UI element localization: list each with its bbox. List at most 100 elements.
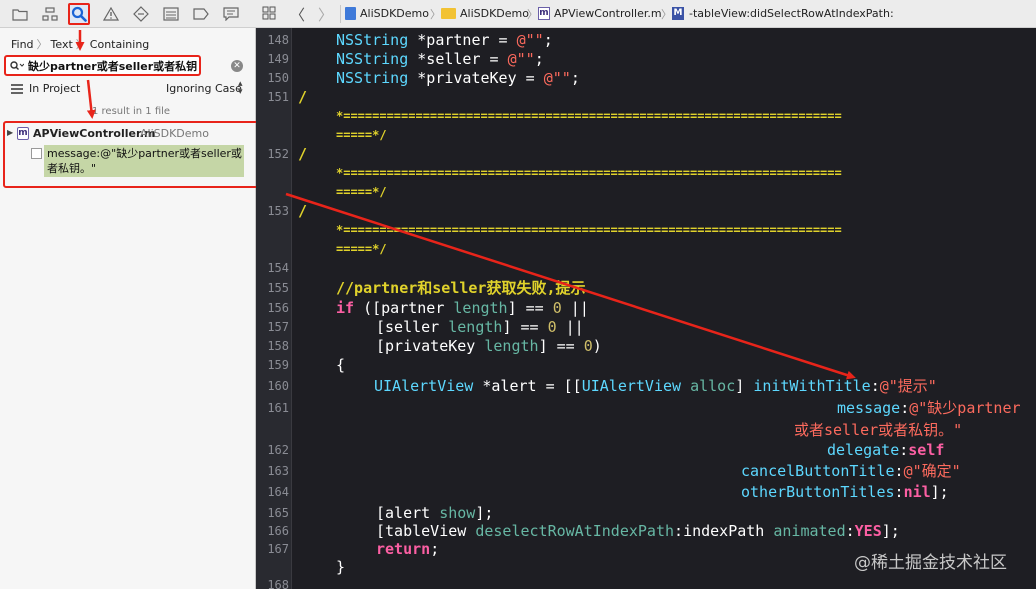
symbol-navigator-hierarchy-icon[interactable] bbox=[39, 3, 61, 25]
code-token: @"" bbox=[516, 31, 544, 49]
code-token: *alert = [[ bbox=[473, 377, 582, 395]
report-navigator-bubble-icon[interactable] bbox=[220, 3, 242, 25]
code-token: : bbox=[674, 522, 684, 540]
code-line: [tableView deselectRowAtIndexPath:indexP… bbox=[376, 522, 900, 541]
issue-navigator-warning-icon[interactable] bbox=[100, 3, 122, 25]
code-line: [seller length] == 0 || bbox=[376, 318, 584, 337]
method-icon: M bbox=[672, 7, 684, 20]
crumb-project[interactable]: AliSDKDemo bbox=[360, 7, 429, 20]
line-number: 167 bbox=[267, 542, 289, 556]
find-mode-containing[interactable]: Containing bbox=[90, 38, 149, 51]
code-line: if ([partner length] == 0 || bbox=[336, 299, 589, 318]
code-token: cancelButtonTitle bbox=[741, 462, 895, 480]
source-editor[interactable]: NSString *partner = @""; NSString *selle… bbox=[292, 28, 1036, 589]
forward-arrow-icon[interactable]: 〉 bbox=[318, 4, 333, 25]
code-line: *=======================================… bbox=[336, 223, 842, 237]
code-token: : bbox=[845, 522, 855, 540]
code-line: *=======================================… bbox=[336, 109, 842, 123]
chevron-right-icon: 〉 bbox=[661, 8, 672, 21]
line-number: 164 bbox=[267, 485, 289, 499]
code-line: message:@"缺少partner bbox=[837, 399, 1021, 418]
crumb-method[interactable]: -tableView:didSelectRowAtIndexPath: bbox=[689, 7, 894, 20]
code-line: { bbox=[336, 356, 346, 374]
code-token: NSString bbox=[336, 31, 409, 49]
search-input[interactable]: 缺少partner或者seller或者私钥 bbox=[28, 58, 197, 74]
line-number: 149 bbox=[267, 52, 289, 66]
code-token: nil bbox=[903, 483, 931, 501]
updown-chevron-icon[interactable]: ▴ ▾ bbox=[238, 80, 243, 97]
code-line: 或者seller或者私钥。" bbox=[794, 421, 963, 439]
crumb-group[interactable]: AliSDKDemo bbox=[460, 7, 529, 20]
project-icon bbox=[345, 7, 356, 20]
chevron-right-icon: 〉 bbox=[527, 8, 538, 21]
code-line: //partner和seller获取失败,提示 bbox=[336, 279, 586, 297]
code-token: ] == bbox=[507, 299, 553, 317]
code-token: ] bbox=[735, 377, 754, 395]
code-line: =====*/ bbox=[336, 128, 387, 142]
code-token: @"提示" bbox=[879, 377, 937, 395]
test-navigator-diamond-icon[interactable] bbox=[130, 3, 152, 25]
code-token: YES bbox=[854, 522, 882, 540]
find-mode-breadcrumb[interactable]: Find 〉 Text 〉 Containing bbox=[11, 36, 149, 52]
result-summary: 1 result in 1 file bbox=[92, 106, 171, 117]
code-token: length bbox=[453, 299, 508, 317]
code-token: UIAlertView bbox=[374, 377, 474, 395]
find-mode-text[interactable]: Text bbox=[51, 38, 73, 51]
code-token: ] == bbox=[502, 318, 548, 336]
find-mode-find[interactable]: Find bbox=[11, 38, 34, 51]
case-sensitivity-popup[interactable]: Ignoring Case bbox=[166, 82, 242, 95]
code-token: delegate bbox=[827, 441, 900, 459]
search-scope-button[interactable]: In Project bbox=[29, 82, 80, 95]
code-token: NSString bbox=[336, 50, 409, 68]
code-line: otherButtonTitles:nil]; bbox=[741, 483, 949, 502]
code-token: initWithTitle bbox=[753, 377, 871, 395]
line-number: 152 bbox=[267, 147, 289, 161]
line-number: 154 bbox=[267, 261, 289, 275]
code-token: *privateKey = bbox=[408, 69, 544, 87]
code-token: length bbox=[484, 337, 539, 355]
debug-navigator-gauge-icon[interactable] bbox=[160, 3, 182, 25]
code-token: ] == bbox=[538, 337, 584, 355]
code-token: indexPath bbox=[683, 522, 774, 540]
find-navigator: Find 〉 Text 〉 Containing 缺少partner或者seller或者… bbox=[0, 0, 271, 589]
find-navigator-magnifier-icon[interactable] bbox=[68, 3, 90, 25]
line-number: 158 bbox=[267, 339, 289, 353]
code-token: ; bbox=[534, 50, 544, 68]
code-token: @"确定" bbox=[903, 462, 961, 480]
line-number: 163 bbox=[267, 464, 289, 478]
crumb-file[interactable]: APViewController.m bbox=[554, 7, 662, 20]
code-line: } bbox=[336, 558, 346, 576]
code-token: : bbox=[900, 399, 910, 417]
project-navigator-folder-icon[interactable] bbox=[9, 3, 31, 25]
code-token: || bbox=[556, 318, 584, 336]
clear-search-icon[interactable]: ✕ bbox=[231, 60, 243, 72]
breakpoint-navigator-tag-icon[interactable] bbox=[190, 3, 212, 25]
line-number: 148 bbox=[267, 33, 289, 47]
line-number: 153 bbox=[267, 204, 289, 218]
line-number: 168 bbox=[267, 578, 289, 589]
line-number-gutter: 148 149 150 151 152 153 154 155 156 157 … bbox=[256, 28, 292, 589]
line-number: 151 bbox=[267, 90, 289, 104]
search-icon[interactable] bbox=[10, 61, 24, 71]
find-search-field[interactable]: 缺少partner或者seller或者私钥 bbox=[4, 55, 201, 76]
line-number: 160 bbox=[267, 379, 289, 393]
jump-bar-divider bbox=[340, 5, 341, 23]
code-token: [privateKey bbox=[376, 337, 485, 355]
code-token: ]; bbox=[475, 504, 494, 522]
line-number: 155 bbox=[267, 281, 289, 295]
related-items-grid-icon[interactable] bbox=[262, 6, 276, 20]
back-arrow-icon[interactable]: 〈 bbox=[290, 4, 305, 25]
code-token: || bbox=[561, 299, 589, 317]
code-line: / bbox=[298, 88, 308, 106]
code-token: length bbox=[448, 318, 503, 336]
code-line: =====*/ bbox=[336, 242, 387, 256]
chevron-right-icon: 〉 bbox=[75, 38, 87, 51]
code-token: ]; bbox=[930, 483, 949, 501]
code-token: @"缺少partner bbox=[909, 399, 1021, 417]
chevron-right-icon: 〉 bbox=[36, 38, 48, 51]
code-line: [privateKey length] == 0) bbox=[376, 337, 602, 356]
code-token: : bbox=[899, 441, 909, 459]
code-token: : bbox=[870, 377, 880, 395]
code-token: ]; bbox=[881, 522, 900, 540]
code-token: @"" bbox=[507, 50, 535, 68]
